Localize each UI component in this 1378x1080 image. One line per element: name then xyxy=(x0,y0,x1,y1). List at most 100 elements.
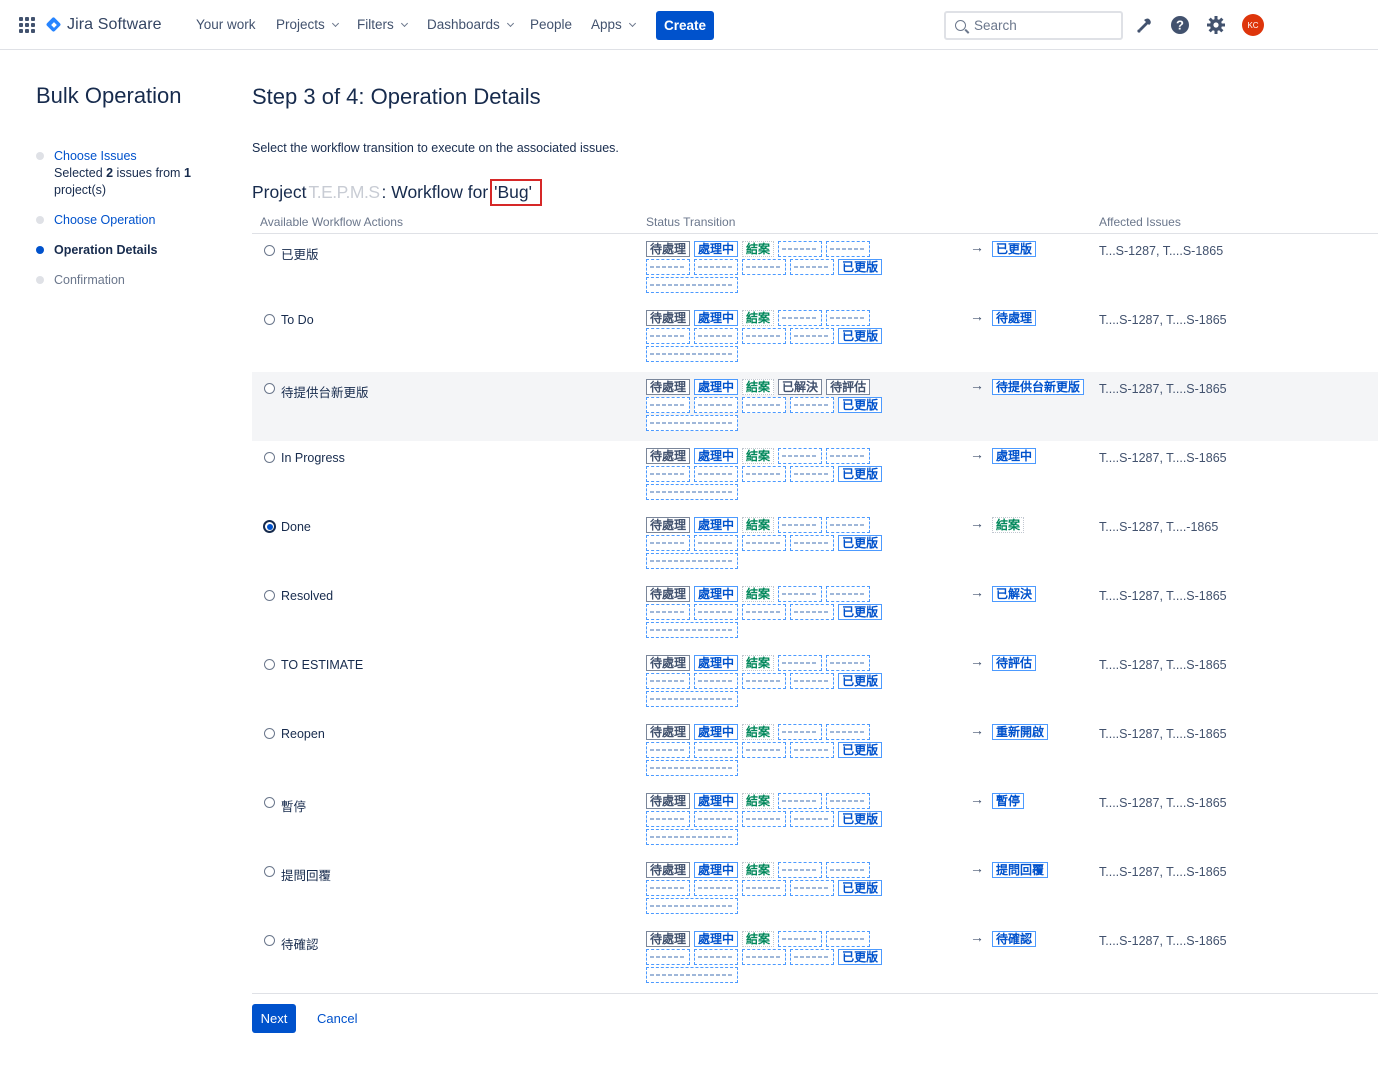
transition-radio[interactable] xyxy=(264,935,275,946)
transition-radio[interactable] xyxy=(264,797,275,808)
status-lozenge: 已解決 xyxy=(778,931,823,947)
action-label: TO ESTIMATE xyxy=(281,658,364,672)
step-title: Step 3 of 4: Operation Details xyxy=(252,84,541,109)
status-lozenge: 已更版 xyxy=(646,604,691,620)
search-input[interactable] xyxy=(974,18,1114,33)
search-box[interactable] xyxy=(944,11,1123,40)
nav-projects[interactable]: Projects xyxy=(276,17,339,32)
table-row[interactable]: Resolved待處理處理中結案已解決待評估已更版已更版已更版已更版已更版待提供… xyxy=(252,579,1378,648)
nav-dashboards[interactable]: Dashboards xyxy=(427,17,514,32)
status-lozenge: 已解決 xyxy=(778,862,823,878)
transition-radio[interactable] xyxy=(264,314,275,325)
chevron-down-icon xyxy=(331,19,339,27)
transition-radio[interactable] xyxy=(264,590,275,601)
jira-logo[interactable]: Jira Software xyxy=(46,14,162,36)
status-lozenge: 已更版 xyxy=(694,466,739,482)
arrow-right-icon: → xyxy=(970,791,984,807)
status-lozenge: 已更版 xyxy=(790,949,835,965)
project-prefix: Project xyxy=(252,181,307,202)
nav-people[interactable]: People xyxy=(530,17,572,32)
table-row[interactable]: 暫停待處理處理中結案已解決待評估已更版已更版已更版已更版已更版待提供台新更版→暫… xyxy=(252,786,1378,855)
nav-apps[interactable]: Apps xyxy=(591,17,636,32)
status-lozenge: 待提供台新更版 xyxy=(646,277,739,293)
status-lozenge: 待提供台新更版 xyxy=(646,415,739,431)
status-lozenge: 已更版 xyxy=(838,673,883,689)
table-row[interactable]: TO ESTIMATE待處理處理中結案已解決待評估已更版已更版已更版已更版已更版… xyxy=(252,648,1378,717)
status-lozenge: 待處理 xyxy=(646,310,691,326)
help-icon[interactable]: ? xyxy=(1169,14,1191,36)
status-lozenge: 已更版 xyxy=(742,259,787,275)
status-lozenge: 已解決 xyxy=(778,310,823,326)
status-lozenge: 待提供台新更版 xyxy=(646,484,739,500)
status-lozenge: 已更版 xyxy=(694,259,739,275)
nav-apps-label: Apps xyxy=(591,17,622,32)
status-lozenge: 已更版 xyxy=(694,604,739,620)
action-label: In Progress xyxy=(281,451,345,465)
step-link-choose-operation[interactable]: Choose Operation xyxy=(54,213,155,227)
step-dot xyxy=(36,276,44,284)
table-row[interactable]: To Do待處理處理中結案已解決待評估已更版已更版已更版已更版已更版待提供台新更… xyxy=(252,303,1378,372)
transition-radio[interactable] xyxy=(264,728,275,739)
status-transition-list: 待處理處理中結案已解決待評估已更版已更版已更版已更版已更版待提供台新更版 xyxy=(646,931,936,985)
table-row[interactable]: 提問回覆待處理處理中結案已解決待評估已更版已更版已更版已更版已更版待提供台新更版… xyxy=(252,855,1378,924)
transition-radio[interactable] xyxy=(263,520,276,533)
status-lozenge: 已更版 xyxy=(646,397,691,413)
table-row[interactable]: 待確認待處理處理中結案已解決待評估已更版已更版已更版已更版已更版待提供台新更版→… xyxy=(252,924,1378,993)
transition-radio[interactable] xyxy=(264,866,275,877)
status-lozenge: 已更版 xyxy=(790,466,835,482)
status-lozenge: 待提供台新更版 xyxy=(646,553,739,569)
status-lozenge: 結案 xyxy=(742,862,775,878)
workflow-heading: Project T.E.P.M.S : Workflow for 'Bug' xyxy=(252,178,542,206)
nav-filters[interactable]: Filters xyxy=(357,17,408,32)
svg-text:?: ? xyxy=(1176,18,1184,33)
status-lozenge: 已更版 xyxy=(790,742,835,758)
step-label-operation-details: Operation Details xyxy=(54,243,158,257)
settings-gear-icon[interactable] xyxy=(1205,14,1227,36)
status-lozenge: 已更版 xyxy=(838,742,883,758)
status-lozenge: 已解決 xyxy=(778,724,823,740)
action-label: Resolved xyxy=(281,589,334,603)
step-choose-operation: Choose Operation xyxy=(36,212,216,229)
table-row[interactable]: Done待處理處理中結案已解決待評估已更版已更版已更版已更版已更版待提供台新更版… xyxy=(252,510,1378,579)
affected-issues: T....S-1287, T....-1865 xyxy=(1099,520,1219,534)
table-body: 已更版待處理處理中結案已解決待評估已更版已更版已更版已更版已更版待提供台新更版→… xyxy=(252,234,1378,993)
status-lozenge: 已解決 xyxy=(778,241,823,257)
transition-radio[interactable] xyxy=(264,659,275,670)
status-lozenge: 待評估 xyxy=(826,724,871,740)
create-button[interactable]: Create xyxy=(656,11,714,40)
next-button[interactable]: Next xyxy=(252,1004,296,1033)
table-row[interactable]: Reopen待處理處理中結案已解決待評估已更版已更版已更版已更版已更版待提供台新… xyxy=(252,717,1378,786)
status-lozenge: 已更版 xyxy=(742,880,787,896)
nav-your-work[interactable]: Your work xyxy=(196,17,256,32)
status-lozenge: 待評估 xyxy=(826,310,871,326)
status-lozenge: 已更版 xyxy=(790,604,835,620)
status-lozenge: 已更版 xyxy=(838,535,883,551)
jira-logo-icon xyxy=(46,17,62,33)
affected-issues: T....S-1287, T....S-1865 xyxy=(1099,451,1227,465)
status-lozenge: 已解決 xyxy=(778,517,823,533)
status-lozenge: 處理中 xyxy=(694,793,739,809)
status-lozenge: 處理中 xyxy=(694,448,739,464)
affected-issues: T....S-1287, T....S-1865 xyxy=(1099,796,1227,810)
status-lozenge: 已更版 xyxy=(646,466,691,482)
status-lozenge: 已更版 xyxy=(646,259,691,275)
status-lozenge: 處理中 xyxy=(694,862,739,878)
table-row[interactable]: 待提供台新更版待處理處理中結案已解決待評估已更版已更版已更版已更版已更版待提供台… xyxy=(252,372,1378,441)
table-row[interactable]: 已更版待處理處理中結案已解決待評估已更版已更版已更版已更版已更版待提供台新更版→… xyxy=(252,234,1378,303)
cancel-link[interactable]: Cancel xyxy=(317,1011,357,1026)
transition-radio[interactable] xyxy=(264,245,275,256)
transition-radio[interactable] xyxy=(264,452,275,463)
step-detail-text: project(s) xyxy=(54,183,107,197)
notifications-icon[interactable] xyxy=(1133,14,1155,36)
status-lozenge: 已更版 xyxy=(646,811,691,827)
status-lozenge: 待評估 xyxy=(826,931,871,947)
table-row[interactable]: In Progress待處理處理中結案已解決待評估已更版已更版已更版已更版已更版… xyxy=(252,441,1378,510)
transition-radio[interactable] xyxy=(264,383,275,394)
status-lozenge: 已更版 xyxy=(790,535,835,551)
status-lozenge: 結案 xyxy=(742,517,775,533)
app-switcher-icon[interactable] xyxy=(19,17,35,33)
user-avatar[interactable]: KC xyxy=(1242,14,1264,36)
step-dot-active xyxy=(36,246,44,254)
status-lozenge: 已更版 xyxy=(694,397,739,413)
step-link-choose-issues[interactable]: Choose Issues xyxy=(54,149,137,163)
